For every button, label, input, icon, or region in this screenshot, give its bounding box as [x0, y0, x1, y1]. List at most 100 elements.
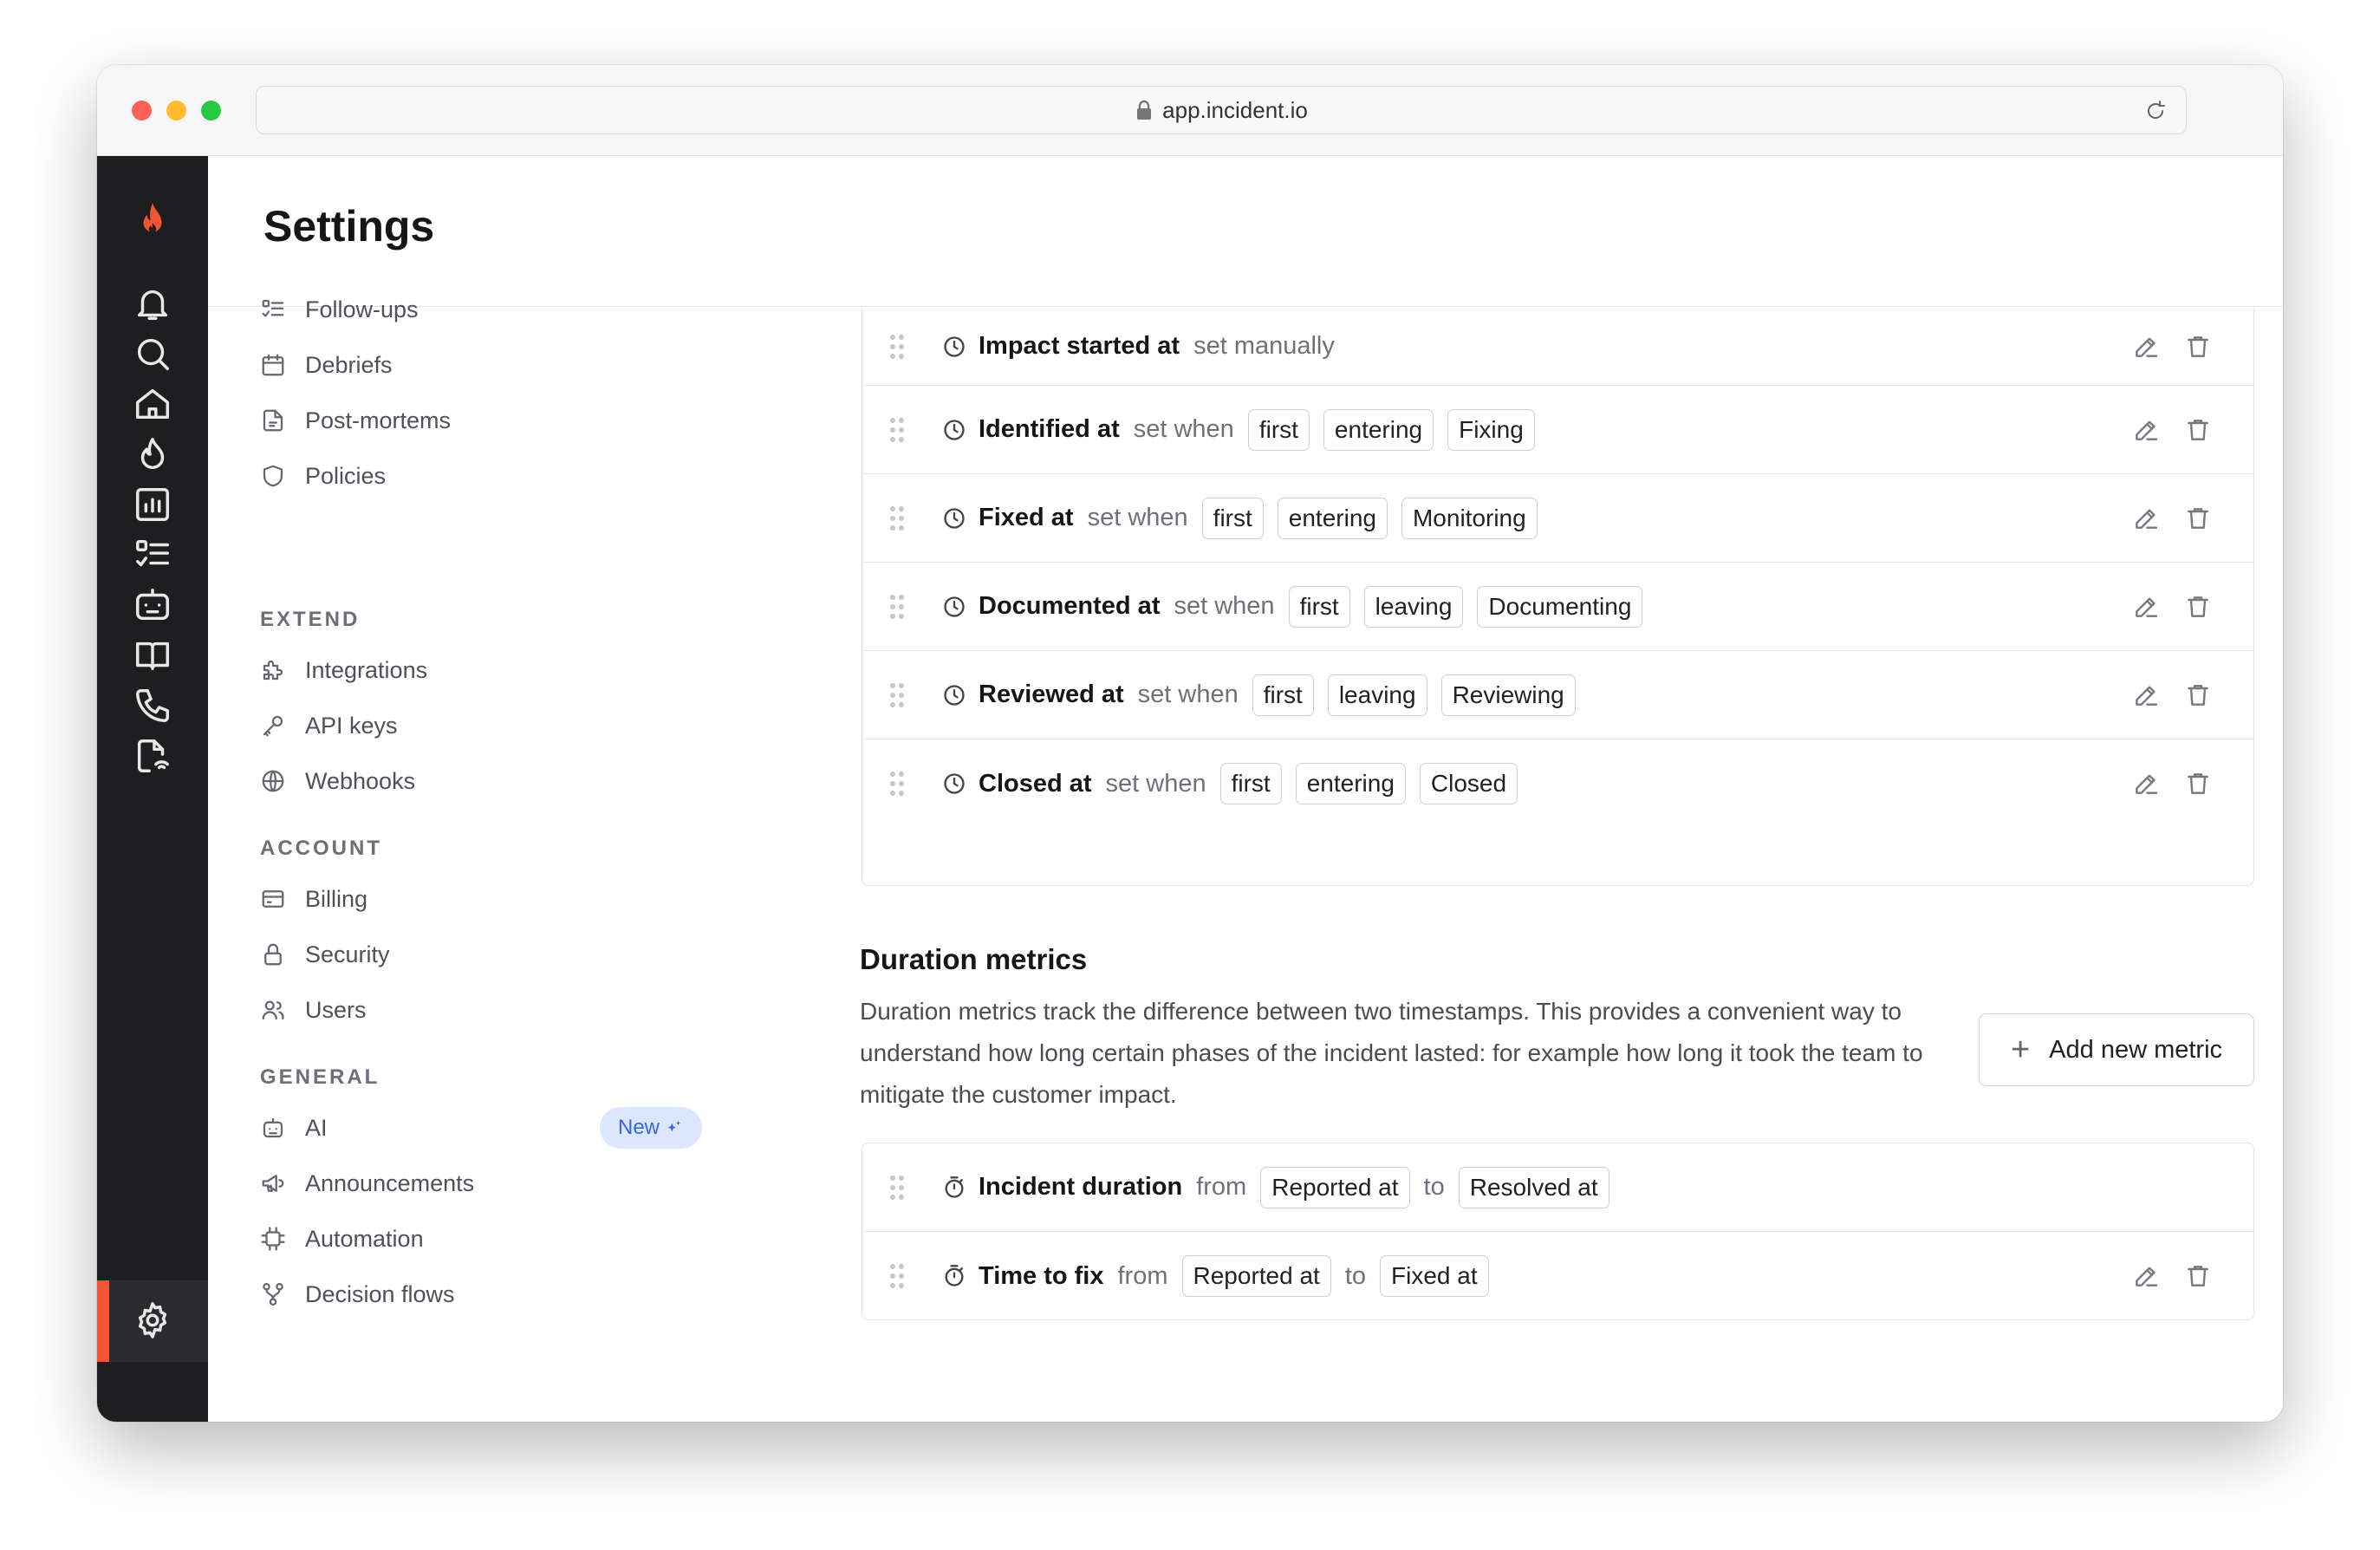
- condition-chip: first: [1252, 674, 1314, 716]
- add-new-metric-label: Add new metric: [2049, 1035, 2223, 1064]
- clock-icon: [942, 335, 966, 359]
- nav-item-label: Users: [305, 996, 367, 1023]
- section-label-account: ACCOUNT: [260, 837, 382, 860]
- delete-icon[interactable]: [2184, 505, 2212, 532]
- bell-icon[interactable]: [131, 282, 174, 325]
- timestamp-row: Documented at set when first leaving Documen…: [862, 563, 2253, 651]
- nav-item-webhooks[interactable]: Webhooks: [260, 759, 415, 804]
- bot-icon[interactable]: [131, 583, 174, 627]
- condition-chip: Reviewing: [1440, 674, 1576, 716]
- minimize-window-button[interactable]: [166, 101, 186, 120]
- section-label-extend: EXTEND: [260, 608, 361, 631]
- condition-chip: entering: [1323, 408, 1434, 451]
- condition-chip: Fixing: [1447, 408, 1535, 451]
- drag-handle-icon[interactable]: [888, 1262, 906, 1290]
- chip-icon: [261, 1227, 285, 1251]
- nav-item-security[interactable]: Security: [260, 932, 390, 977]
- timestamp-row: Closed at set when first entering Closed: [862, 739, 2253, 828]
- nav-item-label: API keys: [305, 712, 398, 739]
- delete-icon[interactable]: [2184, 593, 2212, 621]
- condition-chip: first: [1219, 763, 1282, 804]
- insights-chart-icon[interactable]: [131, 483, 174, 526]
- nav-item-decision-flows[interactable]: Decision flows: [260, 1272, 455, 1317]
- nav-item-label: Decision flows: [305, 1280, 455, 1307]
- delete-icon[interactable]: [2184, 333, 2212, 361]
- drag-handle-icon[interactable]: [888, 416, 906, 444]
- delete-icon[interactable]: [2184, 770, 2212, 798]
- incidents-flame-icon[interactable]: [131, 433, 174, 476]
- maximize-window-button[interactable]: [201, 101, 221, 120]
- edit-icon[interactable]: [2132, 505, 2160, 532]
- section-title-duration: Duration metrics: [860, 943, 1088, 975]
- reload-icon[interactable]: [2143, 98, 2169, 124]
- follow-ups-list-icon[interactable]: [131, 533, 174, 576]
- nav-item-users[interactable]: Users: [260, 987, 367, 1032]
- puzzle-icon: [263, 660, 283, 681]
- metric-name: Incident duration: [979, 1173, 1183, 1201]
- timestamp-rule: Reviewed at set when first leaving Reviewing: [979, 674, 1576, 716]
- flame-logo-icon[interactable]: [131, 199, 174, 243]
- edit-icon[interactable]: [2132, 593, 2160, 621]
- close-window-button[interactable]: [132, 101, 152, 120]
- timestamp-rule-text: set when: [1174, 592, 1275, 620]
- settings-gear-icon[interactable]: [131, 1299, 174, 1342]
- checklist-icon: [262, 299, 284, 317]
- search-icon[interactable]: [131, 332, 174, 375]
- drag-handle-icon[interactable]: [888, 1174, 906, 1202]
- drag-handle-icon[interactable]: [888, 593, 906, 621]
- page-title: Settings: [263, 202, 435, 251]
- nav-item-automation[interactable]: Automation: [260, 1216, 424, 1261]
- edit-icon[interactable]: [2132, 333, 2160, 361]
- nav-item-post-mortems[interactable]: Post-mortems: [260, 398, 451, 443]
- nav-item-label: Billing: [305, 885, 368, 912]
- nav-item-billing[interactable]: Billing: [260, 876, 367, 922]
- delete-icon[interactable]: [2184, 681, 2212, 709]
- nav-item-ai[interactable]: AI: [260, 1105, 328, 1150]
- condition-chip: entering: [1277, 497, 1388, 539]
- status-page-icon[interactable]: [131, 734, 174, 778]
- edit-icon[interactable]: [2132, 770, 2160, 798]
- drag-handle-icon[interactable]: [888, 505, 906, 532]
- section-description: Duration metrics track the difference be…: [860, 998, 1923, 1108]
- drag-handle-icon[interactable]: [888, 333, 906, 361]
- nav-item-follow-ups[interactable]: Follow-ups: [260, 287, 419, 332]
- timestamp-row: Reviewed at set when first leaving Reviewing: [862, 651, 2253, 739]
- to-label: to: [1423, 1173, 1445, 1201]
- drag-handle-icon[interactable]: [888, 681, 906, 709]
- metric-from-chip: Reported at: [1181, 1255, 1331, 1297]
- edit-icon[interactable]: [2132, 1262, 2160, 1290]
- home-icon[interactable]: [131, 382, 174, 426]
- timestamp-name: Closed at: [979, 769, 1092, 798]
- nav-item-api-keys[interactable]: API keys: [260, 703, 398, 748]
- metric-from-chip: Reported at: [1260, 1166, 1410, 1208]
- timestamp-rule-text: set when: [1087, 504, 1188, 531]
- robot-icon: [263, 1117, 283, 1138]
- delete-icon[interactable]: [2184, 416, 2212, 444]
- drag-handle-icon[interactable]: [888, 770, 906, 798]
- nav-item-policies[interactable]: Policies: [260, 453, 386, 498]
- edit-icon[interactable]: [2132, 416, 2160, 444]
- book-icon[interactable]: [131, 634, 174, 677]
- add-new-metric-button[interactable]: + Add new metric: [1979, 1013, 2254, 1086]
- nav-item-integrations[interactable]: Integrations: [260, 648, 427, 693]
- nav-item-announcements[interactable]: Announcements: [260, 1161, 474, 1206]
- phone-icon[interactable]: [131, 684, 174, 727]
- timestamp-rule-text: set when: [1137, 681, 1239, 708]
- timestamp-row: Fixed at set when first entering Monitoring: [862, 474, 2253, 563]
- stopwatch-icon: [942, 1264, 966, 1288]
- condition-chip: Documenting: [1477, 585, 1643, 628]
- address-bar[interactable]: app.incident.io: [256, 86, 2187, 134]
- nav-item-debriefs[interactable]: Debriefs: [260, 342, 393, 388]
- nav-item-label: Policies: [305, 462, 387, 489]
- condition-chip: first: [1201, 497, 1264, 539]
- stopwatch-icon: [942, 1176, 966, 1200]
- clock-icon: [942, 506, 966, 531]
- sparkles-icon: [667, 1120, 681, 1132]
- new-badge-label: New: [617, 1116, 660, 1139]
- delete-icon[interactable]: [2184, 1262, 2212, 1290]
- condition-chip: first: [1288, 585, 1350, 628]
- edit-icon[interactable]: [2132, 681, 2160, 709]
- timestamp-name: Reviewed at: [979, 681, 1124, 708]
- timestamp-name: Fixed at: [979, 504, 1074, 531]
- key-icon: [263, 715, 283, 737]
